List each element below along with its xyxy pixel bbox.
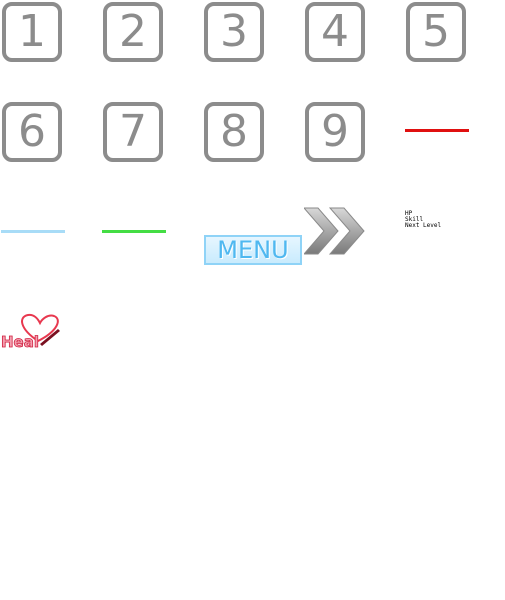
number-tile-label: 7 (119, 106, 147, 157)
next-level-label: Next Level (405, 222, 442, 229)
number-tile-label: 1 (18, 6, 46, 57)
number-tile-6[interactable]: 6 (2, 102, 62, 162)
number-tile-3[interactable]: 3 (204, 2, 264, 62)
gauge-bar-light-blue (1, 230, 65, 233)
number-tile-label: 3 (220, 6, 248, 57)
heart-heal-icon[interactable]: Heal (0, 311, 64, 357)
menu-button-label: MENU (217, 236, 289, 264)
number-tile-label: 9 (321, 106, 349, 157)
number-tile-7[interactable]: 7 (103, 102, 163, 162)
number-tile-8[interactable]: 8 (204, 102, 264, 162)
double-chevron-right-icon[interactable] (302, 206, 366, 260)
number-tile-4[interactable]: 4 (305, 2, 365, 62)
number-tile-label: 5 (422, 6, 450, 57)
heal-label: Heal (1, 333, 39, 351)
number-tile-5[interactable]: 5 (406, 2, 466, 62)
number-tile-label: 4 (321, 6, 349, 57)
hp-bar-red (405, 129, 469, 132)
menu-button[interactable]: MENU (204, 235, 302, 265)
number-tile-9[interactable]: 9 (305, 102, 365, 162)
gauge-bar-green (102, 230, 166, 233)
number-tile-2[interactable]: 2 (103, 2, 163, 62)
number-tile-label: 8 (220, 106, 248, 157)
stat-labels: HP Skill Next Level (405, 211, 441, 229)
number-tile-1[interactable]: 1 (2, 2, 62, 62)
number-tile-label: 6 (18, 106, 46, 157)
number-tile-label: 2 (119, 6, 147, 57)
